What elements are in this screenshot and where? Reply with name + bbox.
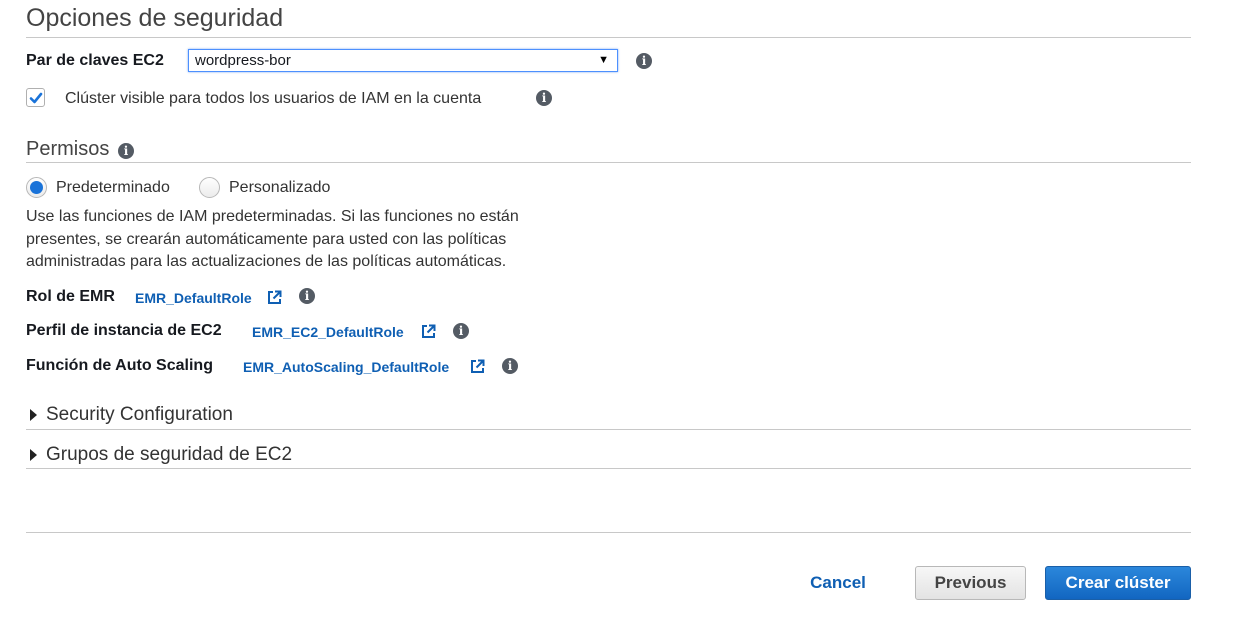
radio-custom[interactable] [199, 177, 220, 198]
external-link-icon[interactable] [421, 324, 436, 339]
radio-default[interactable] [26, 177, 47, 198]
role-label-ec2: Perfil de instancia de EC2 [26, 322, 222, 339]
keypair-label: Par de claves EC2 [26, 52, 164, 69]
link-emr-autoscaling-default-role[interactable]: EMR_AutoScaling_DefaultRole [243, 359, 449, 375]
section-divider [26, 37, 1191, 38]
security-options-page: Opciones de seguridad Par de claves EC2 … [0, 0, 1242, 621]
info-icon[interactable]: i [299, 288, 315, 304]
radio-custom-label: Personalizado [229, 179, 331, 196]
info-icon[interactable]: i [536, 90, 552, 106]
dropdown-arrow-icon: ▼ [598, 54, 609, 66]
info-icon[interactable]: i [502, 358, 518, 374]
external-link-icon[interactable] [470, 359, 485, 374]
permissions-description: Use las funciones de IAM predeterminadas… [26, 208, 519, 270]
role-label-autoscaling: Función de Auto Scaling [26, 357, 213, 374]
permissions-title: Permisos [26, 138, 110, 160]
footer-divider [26, 532, 1191, 533]
expander-divider [26, 429, 1191, 430]
keypair-select[interactable]: wordpress-bor ▼ [188, 49, 618, 72]
keypair-select-value: wordpress-bor [195, 52, 291, 69]
expander-divider [26, 468, 1191, 469]
info-icon[interactable]: i [453, 323, 469, 339]
cancel-button[interactable]: Cancel [795, 566, 881, 600]
info-icon[interactable]: i [118, 143, 134, 159]
radio-default-label: Predeterminado [56, 179, 170, 196]
section-title: Opciones de seguridad [26, 4, 284, 32]
external-link-icon[interactable] [267, 290, 282, 305]
previous-button[interactable]: Previous [915, 566, 1026, 600]
link-emr-default-role[interactable]: EMR_DefaultRole [135, 290, 252, 306]
expander-security-configuration[interactable]: Security Configuration [46, 404, 233, 426]
checkmark-icon [29, 92, 43, 104]
expander-ec2-security-groups[interactable]: Grupos de seguridad de EC2 [46, 444, 292, 466]
visibility-label: Clúster visible para todos los usuarios … [65, 90, 482, 107]
link-emr-ec2-default-role[interactable]: EMR_EC2_DefaultRole [252, 324, 404, 340]
info-icon[interactable]: i [636, 53, 652, 69]
caret-right-icon[interactable] [30, 449, 37, 461]
permissions-divider [26, 162, 1191, 163]
role-label-emr: Rol de EMR [26, 288, 115, 305]
visibility-checkbox[interactable] [26, 88, 45, 107]
caret-right-icon[interactable] [30, 409, 37, 421]
create-cluster-button[interactable]: Crear clúster [1045, 566, 1191, 600]
